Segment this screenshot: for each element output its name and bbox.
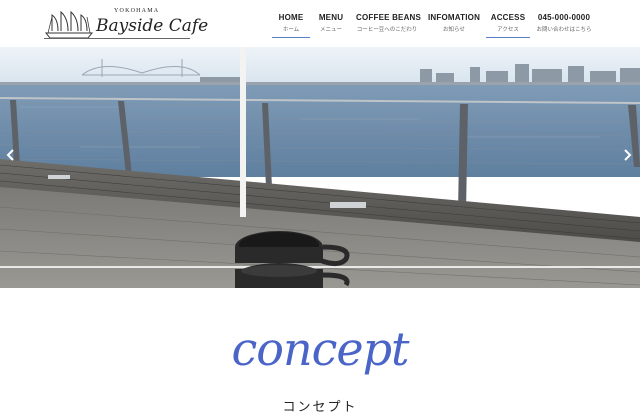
nav-item-coffee-beans[interactable]: COFFEE BEANS コーヒー豆へのこだわり <box>356 13 422 33</box>
nav-sublabel: アクセス <box>497 27 519 33</box>
nav-item-access[interactable]: ACCESS アクセス <box>486 13 530 38</box>
chevron-right-icon[interactable] <box>622 149 632 161</box>
nav-item-infomation[interactable]: INFOMATION お知らせ <box>428 13 480 33</box>
nav-label: COFFEE BEANS <box>356 13 422 22</box>
chevron-left-icon[interactable] <box>6 149 16 161</box>
hero-photo <box>0 47 640 288</box>
concept-title: concept <box>231 322 410 376</box>
nav-item-home[interactable]: HOME ホーム <box>272 13 310 38</box>
nav-active-underline <box>272 37 310 38</box>
nav-sublabel: コーヒー豆へのこだわり <box>356 27 418 33</box>
nav-sublabel: メニュー <box>319 27 342 33</box>
nav-label: INFOMATION <box>428 13 481 22</box>
nav-hover-underline <box>486 37 530 38</box>
main-nav: HOME ホーム MENU メニュー COFFEE BEANS コーヒー豆へのこ… <box>0 13 640 43</box>
site-header: YOKOHAMA Bayside Cafe HOME ホーム MENU メニュー… <box>0 0 640 47</box>
nav-item-menu[interactable]: MENU メニュー <box>316 13 346 33</box>
nav-label: HOME <box>278 13 304 22</box>
hero-slider[interactable] <box>0 47 640 288</box>
nav-sublabel: お知らせ <box>443 27 465 33</box>
nav-sublabel: お問い合わせはこちら <box>536 27 592 33</box>
nav-label: MENU <box>318 13 344 22</box>
nav-label: ACCESS <box>490 13 526 22</box>
nav-label: 045-000-0000 <box>537 13 591 22</box>
nav-item-phone[interactable]: 045-000-0000 お問い合わせはこちら <box>536 13 592 33</box>
concept-subtitle: コンセプト <box>282 400 358 415</box>
nav-sublabel: ホーム <box>282 27 300 33</box>
